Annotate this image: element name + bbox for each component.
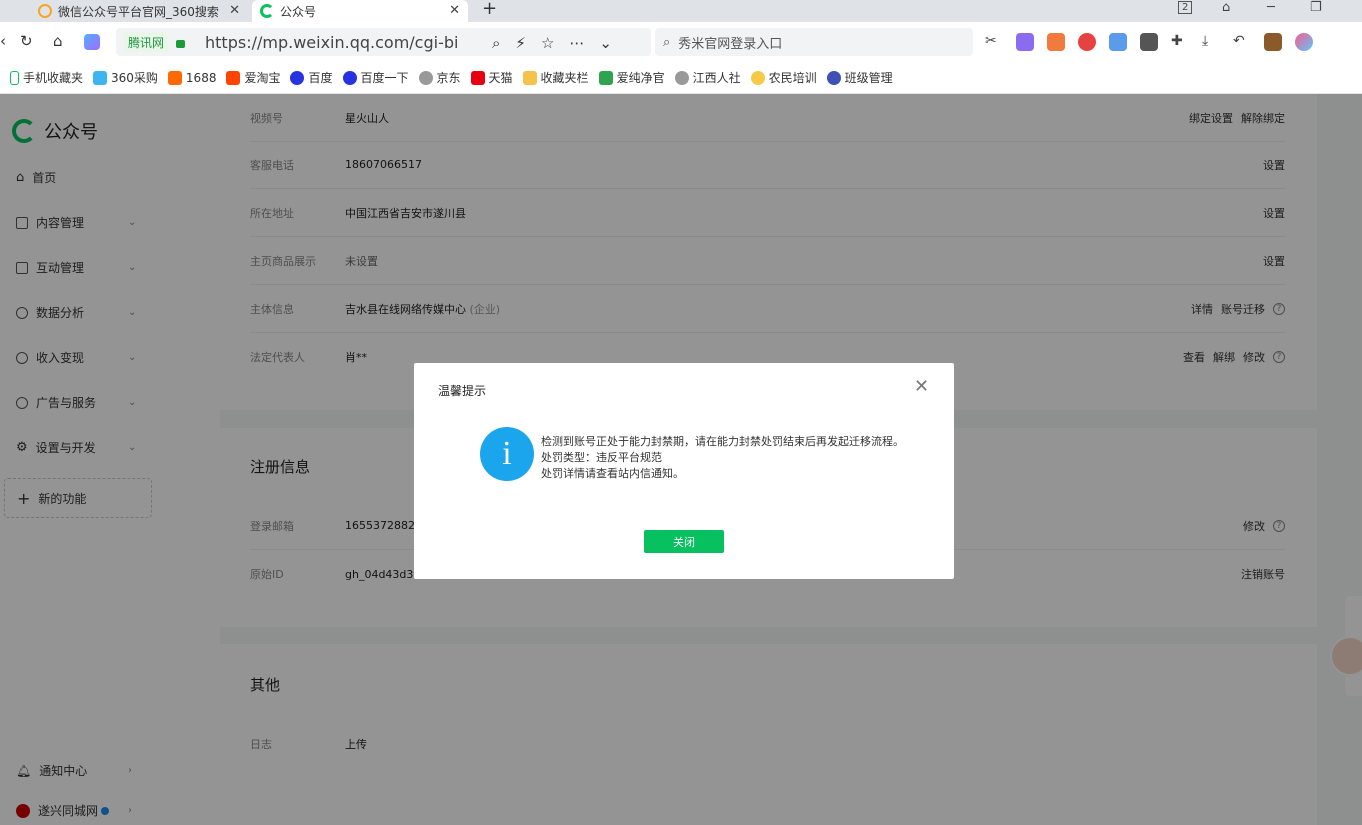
bookmark-item[interactable]: 百度 [290, 69, 333, 86]
bookmark-item[interactable]: 江西人社 [674, 69, 741, 86]
bookmark-item[interactable]: 爱纯净官 [598, 69, 665, 86]
tab-count-badge[interactable]: 2 [1178, 1, 1193, 14]
search-input[interactable]: ⌕ 秀米官网登录入口 [655, 28, 973, 56]
bookmark-item[interactable]: 1688 [167, 70, 216, 85]
globe-icon [418, 70, 433, 85]
briefcase-icon[interactable] [1264, 33, 1282, 51]
ai-assistant-icon[interactable] [1295, 33, 1313, 51]
weibo-icon[interactable] [1078, 33, 1096, 51]
ai-icon[interactable] [84, 34, 100, 50]
wechat-mp-icon [260, 4, 274, 18]
back-icon[interactable]: ‹ [0, 32, 6, 50]
warning-dialog: 温馨提示 ✕ i 检测到账号正处于能力封禁期，请在能力封禁处罚结束后再发起迁移流… [414, 363, 954, 579]
globe-icon [674, 70, 689, 85]
home-icon[interactable]: ⌂ [53, 32, 63, 50]
bookmark-item[interactable]: 农民培训 [750, 69, 817, 86]
folder-icon [522, 70, 537, 85]
dialog-message-line: 处罚类型：违反平台规范 [541, 451, 662, 464]
360-icon [93, 70, 108, 85]
skin-icon[interactable]: ⌂ [1222, 0, 1230, 15]
zoom-icon[interactable]: ⌕ [492, 34, 500, 52]
url-actions: ⌕ ⚡ ☆ ⋯ ⌄ [492, 34, 612, 52]
close-icon[interactable]: ✕ [449, 3, 460, 18]
search-icon: ⌕ [663, 34, 671, 50]
taobao-icon [226, 70, 241, 85]
url-text[interactable]: https://mp.weixin.qq.com/cgi-bin/sett [205, 33, 459, 52]
close-button[interactable]: 关闭 [644, 530, 724, 553]
translate-icon[interactable] [1016, 33, 1034, 51]
close-icon[interactable]: ✕ [914, 378, 929, 396]
dialog-title: 温馨提示 [438, 384, 487, 398]
bookmark-item[interactable]: 天猫 [470, 69, 513, 86]
download-icon[interactable]: ⤓ [1202, 33, 1220, 51]
minimize-icon[interactable]: ─ [1267, 0, 1275, 15]
star-icon[interactable]: ☆ [541, 34, 554, 52]
more-icon[interactable]: ⋯ [569, 34, 584, 52]
mail-icon[interactable] [1109, 33, 1127, 51]
bookmark-item[interactable]: 360采购 [93, 69, 158, 86]
training-icon [750, 70, 765, 85]
phone-icon [10, 70, 19, 85]
site-badge: 腾讯网 [124, 32, 169, 52]
refresh-icon[interactable]: ↻ [20, 32, 33, 50]
tab-label: 公众号 [280, 4, 317, 19]
bookmark-item[interactable]: 手机收藏夹 [10, 69, 83, 86]
class-icon [826, 70, 841, 85]
maximize-icon[interactable]: ❐ [1310, 0, 1322, 15]
bookmark-item[interactable]: 京东 [418, 69, 461, 86]
info-icon: i [480, 427, 534, 481]
reader-icon[interactable] [1140, 33, 1158, 51]
game-icon[interactable] [1047, 33, 1065, 51]
pure-icon [598, 70, 613, 85]
new-tab-button[interactable]: + [482, 0, 497, 18]
tab-gongzhonghao[interactable]: 公众号 ✕ [252, 0, 468, 22]
tab-label: 微信公众号平台官网_360搜索 [58, 4, 219, 19]
bookmark-item[interactable]: 百度一下 [342, 69, 409, 86]
360-search-icon [38, 4, 52, 18]
puzzle-icon[interactable]: ✚ [1171, 33, 1189, 51]
dialog-message: 检测到账号正处于能力封禁期，请在能力封禁处罚结束后再发起迁移流程。 处罚类型：违… [541, 434, 921, 482]
dialog-message-line: 检测到账号正处于能力封禁期，请在能力封禁处罚结束后再发起迁移流程。 [541, 435, 904, 448]
tab-360-search[interactable]: 微信公众号平台官网_360搜索 ✕ [30, 0, 248, 22]
undo-icon[interactable]: ↶ [1233, 33, 1251, 51]
search-placeholder: 秀米官网登录入口 [678, 36, 783, 52]
bookmarks-bar: 手机收藏夹 360采购 1688 爱淘宝 百度 百度一下 京东 天猫 收藏夹栏 … [0, 62, 1362, 94]
lock-icon [176, 40, 186, 48]
tmall-icon [470, 70, 485, 85]
bolt-icon[interactable]: ⚡ [515, 34, 526, 52]
dialog-message-line: 处罚详情请查看站内信通知。 [541, 467, 684, 480]
bookmark-item[interactable]: 班级管理 [826, 69, 893, 86]
bookmark-item[interactable]: 收藏夹栏 [522, 69, 589, 86]
bookmark-item[interactable]: 爱淘宝 [226, 69, 280, 86]
baidu-icon [342, 70, 357, 85]
1688-icon [167, 70, 182, 85]
extension-bar: ✂ ✚ ⤓ ↶ [985, 33, 1313, 51]
baidu-icon [290, 70, 305, 85]
browser-tab-bar: 微信公众号平台官网_360搜索 ✕ 公众号 ✕ + 2 ⌂ ─ ❐ [0, 0, 1362, 22]
close-icon[interactable]: ✕ [229, 3, 240, 18]
chevron-down-icon[interactable]: ⌄ [599, 34, 612, 52]
scissors-icon[interactable]: ✂ [985, 33, 1003, 51]
